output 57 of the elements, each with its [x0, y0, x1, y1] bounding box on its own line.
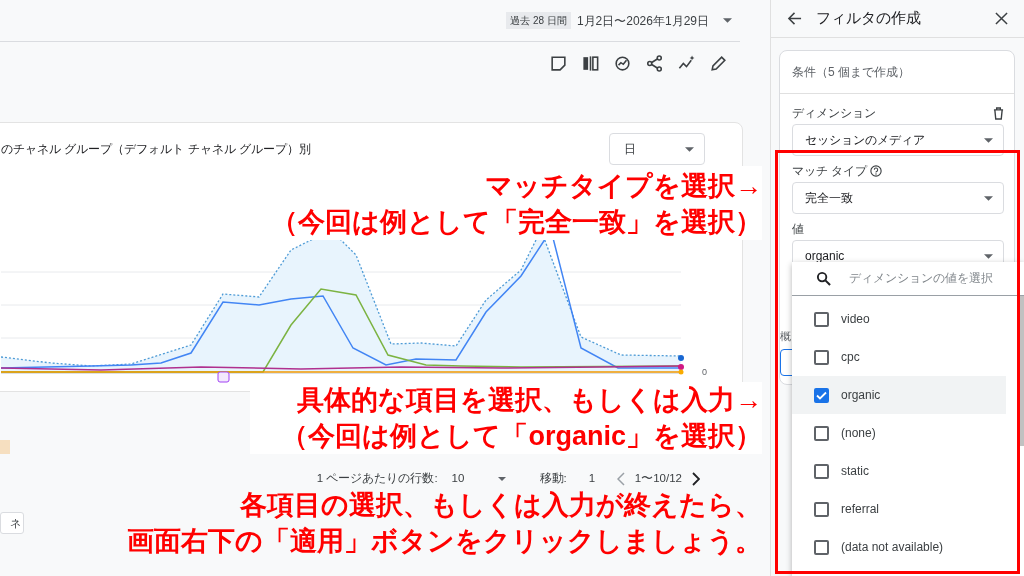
- annotation-text: マッチタイプを選択→: [485, 170, 762, 203]
- section-label: 概: [780, 329, 791, 344]
- match-type-select[interactable]: 完全一致: [792, 182, 1004, 214]
- help-icon[interactable]: [870, 165, 883, 177]
- page-range: 1〜10/12: [634, 471, 682, 487]
- date-range-label[interactable]: 1月2日〜2026年1月29日: [576, 11, 709, 30]
- note-icon[interactable]: [549, 54, 568, 73]
- option-item[interactable]: cpc: [792, 338, 1006, 376]
- checkbox[interactable]: [814, 425, 829, 441]
- trash-icon[interactable]: [993, 106, 1004, 120]
- table-field[interactable]: ネ: [0, 512, 24, 534]
- dimension-label: ディメンション: [792, 105, 876, 122]
- option-item[interactable]: referral: [792, 490, 1006, 528]
- checkbox[interactable]: [814, 501, 829, 517]
- checkbox[interactable]: [814, 463, 829, 479]
- caret-icon: [685, 146, 694, 152]
- close-icon[interactable]: [995, 12, 1008, 25]
- granularity-select[interactable]: 日: [609, 133, 705, 165]
- option-item[interactable]: video: [792, 300, 1006, 338]
- conditions-label: 条件（5 個まで作成）: [780, 51, 1014, 94]
- annotation-text: 具体的な項目を選択、もしくは入力→: [297, 384, 762, 417]
- annotation-text: （今回は例として「完全一致」を選択）: [271, 206, 762, 239]
- option-item[interactable]: organic: [792, 376, 1006, 414]
- checkbox[interactable]: [814, 311, 829, 327]
- share-icon[interactable]: [645, 54, 664, 73]
- search-icon: [816, 271, 831, 286]
- chart-title: のチャネル グループ（デフォルト チャネル グループ）別: [1, 141, 311, 158]
- axis-label: 0: [702, 366, 707, 379]
- caret-icon[interactable]: [723, 18, 732, 23]
- annotation-text: （今回は例として「organic」を選択）: [281, 420, 762, 453]
- dimension-select[interactable]: セッションのメディア: [792, 124, 1004, 156]
- checkbox[interactable]: [814, 387, 829, 403]
- insights-icon[interactable]: [613, 54, 632, 73]
- panel-title: フィルタの作成: [816, 8, 922, 28]
- back-icon[interactable]: [787, 11, 802, 26]
- columns-icon[interactable]: [581, 54, 600, 73]
- option-item[interactable]: static: [792, 452, 1006, 490]
- caret-icon: [984, 195, 993, 201]
- rows-per-page-select[interactable]: 10: [451, 470, 510, 488]
- color-swatch: [0, 440, 10, 454]
- option-item[interactable]: (data not available): [792, 528, 1006, 566]
- value-label: 値: [792, 221, 804, 238]
- pencil-icon[interactable]: [709, 54, 728, 73]
- match-type-label: マッチ タイプ: [792, 163, 868, 180]
- next-icon[interactable]: [692, 472, 700, 486]
- rows-per-page-label: 1 ページあたりの行数:: [316, 471, 438, 487]
- option-item[interactable]: (none): [792, 414, 1006, 452]
- date-preset-label: 過去 28 日間: [506, 12, 571, 29]
- goto-field[interactable]: 1: [576, 470, 607, 488]
- checkbox[interactable]: [814, 539, 829, 555]
- scrollbar[interactable]: [1018, 296, 1024, 446]
- goto-label: 移動:: [539, 471, 567, 487]
- checkbox[interactable]: [814, 349, 829, 365]
- annotation-text: 画面右下の「適用」ボタンをクリックしましょう。: [127, 525, 762, 558]
- caret-icon: [984, 253, 993, 259]
- annotation-text: 各項目の選択、もしくは入力が終えたら、: [240, 489, 762, 522]
- caret-icon: [984, 137, 993, 143]
